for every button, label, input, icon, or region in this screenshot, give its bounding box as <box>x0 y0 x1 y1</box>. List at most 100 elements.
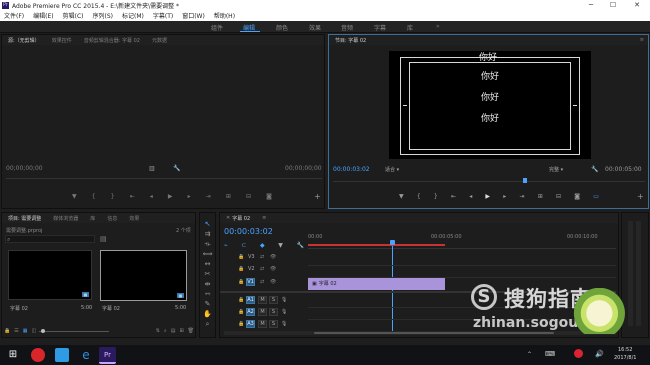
menu-help[interactable]: 帮助(H) <box>214 11 235 20</box>
insert-icon[interactable]: ⊞ <box>226 193 231 203</box>
lock-icon[interactable]: 🔒 <box>238 279 244 285</box>
new-item-icon[interactable]: ⊞ <box>179 328 183 334</box>
comparison-view-icon[interactable]: ▭ <box>593 193 599 203</box>
lock-icon[interactable]: 🔒 <box>4 328 10 334</box>
sync-lock-icon[interactable]: ⇄ <box>260 254 264 260</box>
icon-view-icon[interactable]: ▦ <box>23 328 28 334</box>
sync-lock-icon[interactable]: ⇄ <box>260 266 264 272</box>
zoom-slider-handle[interactable] <box>41 328 46 333</box>
tab-sequence[interactable]: 字幕 02 <box>232 215 250 222</box>
program-scrubber[interactable] <box>333 178 645 184</box>
sync-lock-icon[interactable]: ⇄ <box>260 279 264 285</box>
track-select-tool-icon[interactable]: ⇉ <box>205 229 211 239</box>
playhead-marker[interactable] <box>523 178 527 183</box>
extract-icon[interactable]: ⊟ <box>556 193 561 203</box>
step-back-icon[interactable]: ◂ <box>469 193 472 203</box>
workspace-effects[interactable]: 效果 <box>309 23 321 32</box>
app-bird-icon[interactable] <box>55 348 69 362</box>
rate-stretch-tool-icon[interactable]: ↔ <box>205 259 211 269</box>
menu-sequence[interactable]: 序列(S) <box>93 11 114 20</box>
solo-button[interactable]: S <box>269 296 278 304</box>
new-bin-icon[interactable]: ▤ <box>100 235 107 243</box>
tab-program[interactable]: 节目: 字幕 02 <box>335 37 366 44</box>
export-frame-icon[interactable]: ◙ <box>574 193 580 203</box>
find-icon[interactable]: ⌕ <box>164 328 167 334</box>
system-tray-expand-icon[interactable]: ⌃ <box>527 351 532 358</box>
slide-tool-icon[interactable]: ⇿ <box>205 289 211 299</box>
panel-menu-icon[interactable]: ≡ <box>640 37 644 43</box>
keyboard-icon[interactable]: ⌨ <box>545 350 555 358</box>
trash-icon[interactable]: 🗑 <box>188 328 194 334</box>
list-view-icon[interactable]: ☰ <box>14 328 18 334</box>
workspace-titles[interactable]: 字幕 <box>374 23 386 32</box>
edge-icon[interactable]: e <box>79 348 93 362</box>
linked-selection-icon[interactable]: ⊂ <box>241 242 246 250</box>
pen-tool-icon[interactable]: ✎ <box>205 299 211 309</box>
microphone-icon[interactable]: 🎙 <box>281 309 287 315</box>
taskbar-time[interactable]: 16:52 <box>618 347 632 353</box>
track-source-a1[interactable]: A1 <box>246 296 255 304</box>
add-marker-icon[interactable]: ▼ <box>72 193 77 203</box>
lock-icon[interactable]: 🔒 <box>238 309 244 315</box>
export-frame-icon[interactable]: ◙ <box>266 193 272 203</box>
step-forward-icon[interactable]: ▸ <box>188 193 191 203</box>
program-timecode-current[interactable]: 00:00:03:02 <box>333 166 370 173</box>
mute-button[interactable]: M <box>258 308 267 316</box>
tab-media-browser[interactable]: 媒体浏览器 <box>53 215 78 222</box>
tab-metadata[interactable]: 元数据 <box>152 37 167 44</box>
menu-file[interactable]: 文件(F) <box>4 11 24 20</box>
tab-info[interactable]: 信息 <box>107 215 117 222</box>
snap-icon[interactable]: ⌁ <box>224 242 228 250</box>
lift-icon[interactable]: ⊞ <box>538 193 543 203</box>
quality-dropdown[interactable]: 完整 ▾ <box>549 166 563 173</box>
taskbar-date[interactable]: 2017/8/1 <box>614 355 636 361</box>
workspace-assembly[interactable]: 组件 <box>211 23 223 32</box>
menu-marker[interactable]: 标记(M) <box>122 11 144 20</box>
marker-icon[interactable]: ▼ <box>278 242 283 250</box>
new-bin-icon[interactable]: ▤ <box>171 328 176 334</box>
ripple-edit-tool-icon[interactable]: ⟛ <box>204 239 210 249</box>
solo-button[interactable]: S <box>269 320 278 328</box>
source-add-button-icon[interactable]: + <box>314 192 321 201</box>
title-clip[interactable]: ▣ 字幕 02 <box>308 278 445 290</box>
menu-window[interactable]: 窗口(W) <box>182 11 205 20</box>
mark-in-icon[interactable]: { <box>417 193 421 203</box>
selection-tool-icon[interactable]: ↖ <box>205 219 211 229</box>
razor-tool-icon[interactable]: ✂ <box>205 269 211 279</box>
wrench-icon[interactable]: 🔧 <box>173 165 180 172</box>
lock-icon[interactable]: 🔒 <box>238 321 244 327</box>
play-icon[interactable]: ▶ <box>168 193 173 203</box>
go-to-in-icon[interactable]: ⇤ <box>451 193 456 203</box>
workspace-color[interactable]: 颜色 <box>276 23 288 32</box>
go-to-in-icon[interactable]: ⇤ <box>130 193 135 203</box>
microphone-icon[interactable]: 🎙 <box>281 321 287 327</box>
playhead-handle[interactable] <box>390 240 395 245</box>
tab-audio-clip-mixer[interactable]: 音频剪辑混合器: 字幕 02 <box>84 37 140 44</box>
fit-dropdown[interactable]: 适合 ▾ <box>385 166 399 173</box>
browser-360-icon[interactable] <box>31 348 45 362</box>
lock-icon[interactable]: 🔒 <box>238 254 244 260</box>
solo-button[interactable]: S <box>269 308 278 316</box>
tab-effect-controls[interactable]: 效果控件 <box>52 37 72 44</box>
zoom-slider[interactable] <box>39 328 110 333</box>
close-button[interactable]: ✕ <box>628 0 646 10</box>
wrench-icon[interactable]: 🔧 <box>296 242 303 250</box>
eye-icon[interactable]: 👁 <box>270 254 276 260</box>
track-source-a3[interactable]: A3 <box>246 320 255 328</box>
time-ruler[interactable]: 00:00 00:00:05:00 00:00:10:00 <box>308 226 616 248</box>
overwrite-icon[interactable]: ⊟ <box>246 193 251 203</box>
workspace-libraries[interactable]: 库 <box>407 23 413 32</box>
minimize-button[interactable]: ─ <box>582 0 600 10</box>
tray-app-icon[interactable] <box>574 349 583 358</box>
slip-tool-icon[interactable]: ⇹ <box>205 279 211 289</box>
microphone-icon[interactable]: 🎙 <box>281 297 287 303</box>
premiere-taskbar-icon[interactable]: Pr <box>99 347 116 364</box>
mute-button[interactable]: M <box>258 320 267 328</box>
tab-effects[interactable]: 效果 <box>129 215 139 222</box>
eye-icon[interactable]: 👁 <box>270 279 276 285</box>
add-marker-icon[interactable]: ▼ <box>399 193 404 203</box>
tab-libraries[interactable]: 库 <box>90 215 95 222</box>
mute-button[interactable]: M <box>258 296 267 304</box>
step-forward-icon[interactable]: ▸ <box>503 193 506 203</box>
menu-clip[interactable]: 剪辑(C) <box>63 11 84 20</box>
